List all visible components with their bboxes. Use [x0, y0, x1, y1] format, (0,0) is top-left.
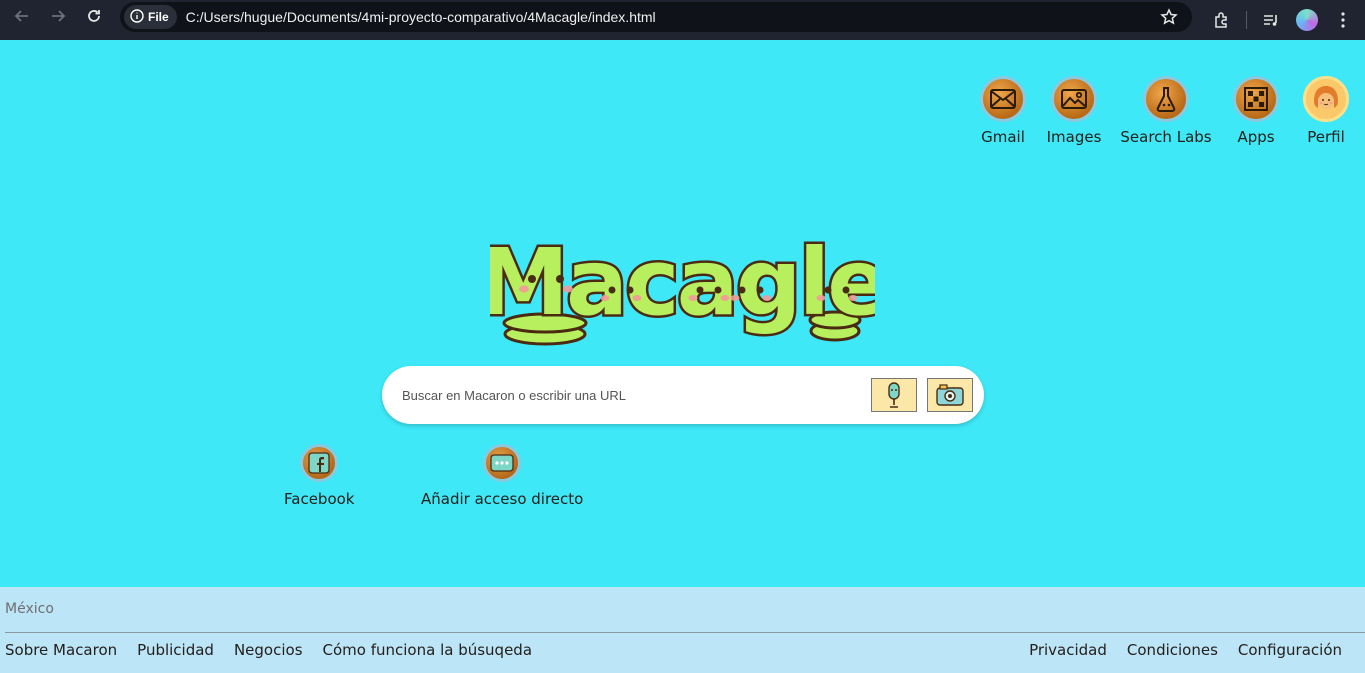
site-chip-label: File — [148, 10, 169, 24]
topnav-label[interactable]: Search Labs — [1120, 128, 1211, 146]
more-menu-icon[interactable] — [1325, 4, 1361, 36]
shortcut-label[interactable]: Añadir acceso directo — [421, 490, 583, 508]
footer-link-business[interactable]: Negocios — [234, 641, 303, 659]
camera-icon — [936, 384, 964, 406]
voice-search-button[interactable] — [871, 378, 917, 412]
browser-toolbar: File C:/Users/hugue/Documents/4mi-proyec… — [0, 0, 1365, 40]
reload-icon[interactable] — [76, 0, 112, 32]
footer-divider — [5, 632, 1365, 633]
mail-icon[interactable] — [980, 76, 1026, 122]
search-input[interactable] — [402, 382, 842, 408]
logo-wordmark: Macagle — [490, 229, 875, 336]
footer-link-about[interactable]: Sobre Macaron — [5, 641, 117, 659]
footer-link-advertising[interactable]: Publicidad — [137, 641, 214, 659]
search-box — [382, 366, 984, 424]
topnav-search-labs[interactable]: Search Labs — [1116, 76, 1216, 146]
top-app-links: Gmail Images Search Labs Apps Perfil — [0, 76, 1365, 146]
footer-country: México — [5, 601, 54, 617]
info-icon — [130, 8, 144, 26]
shortcut-facebook[interactable]: Facebook — [284, 444, 354, 508]
topnav-label[interactable]: Perfil — [1307, 128, 1345, 146]
footer-left-links: Sobre Macaron Publicidad Negocios Cómo f… — [5, 641, 532, 659]
flask-icon[interactable] — [1143, 76, 1189, 122]
footer-link-privacy[interactable]: Privacidad — [1029, 641, 1107, 659]
topnav-profile[interactable]: Perfil — [1276, 76, 1365, 146]
image-search-button[interactable] — [927, 378, 973, 412]
extensions-icon[interactable] — [1204, 4, 1240, 36]
site-info-chip[interactable]: File — [124, 5, 177, 29]
url-text[interactable]: C:/Users/hugue/Documents/4mi-proyecto-co… — [186, 9, 656, 25]
browser-profile-icon[interactable] — [1289, 4, 1325, 36]
avatar[interactable] — [1303, 76, 1349, 122]
toolbar-divider — [1246, 11, 1247, 29]
microphone-icon — [888, 382, 900, 408]
topnav-label[interactable]: Gmail — [981, 128, 1025, 146]
bookmark-star-icon[interactable] — [1160, 8, 1178, 30]
footer: México Sobre Macaron Publicidad Negocios… — [0, 587, 1365, 673]
shortcut-add[interactable]: Añadir acceso directo — [421, 444, 583, 508]
facebook-icon[interactable] — [300, 444, 339, 482]
back-arrow-icon[interactable] — [4, 0, 40, 32]
forward-arrow-icon[interactable] — [40, 0, 76, 32]
topnav-label[interactable]: Images — [1047, 128, 1102, 146]
add-shortcut-icon[interactable] — [483, 444, 522, 482]
image-icon[interactable] — [1051, 76, 1097, 122]
footer-link-terms[interactable]: Condiciones — [1127, 641, 1218, 659]
apps-grid-icon[interactable] — [1233, 76, 1279, 122]
address-bar[interactable]: File C:/Users/hugue/Documents/4mi-proyec… — [120, 2, 1192, 32]
footer-right-links: Privacidad Condiciones Configuración — [1029, 641, 1342, 659]
macagle-logo: Macagle — [475, 226, 892, 356]
footer-link-settings[interactable]: Configuración — [1238, 641, 1342, 659]
media-queue-icon[interactable] — [1253, 4, 1289, 36]
shortcut-label[interactable]: Facebook — [284, 490, 354, 508]
footer-link-how-search-works[interactable]: Cómo funciona la búsuqeda — [323, 641, 533, 659]
topnav-images[interactable]: Images — [1024, 76, 1124, 146]
topnav-label[interactable]: Apps — [1237, 128, 1274, 146]
browser-actions — [1204, 0, 1365, 40]
